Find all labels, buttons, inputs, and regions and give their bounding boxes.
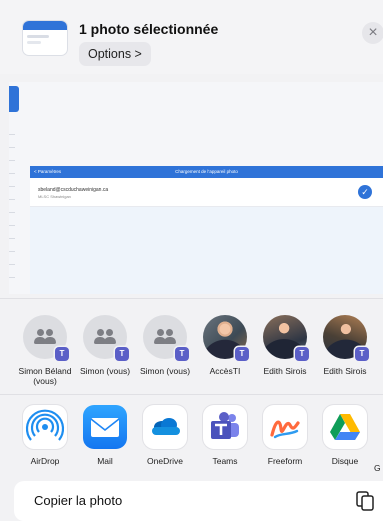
google-drive-icon (323, 405, 367, 449)
preview-screenshot: < Paramètres Chargement de l’appareil ph… (30, 166, 383, 294)
share-sheet-header: 1 photo sélectionnée Options > × (0, 0, 383, 74)
onedrive-icon (143, 405, 187, 449)
people-icon: T (143, 315, 189, 361)
person-edith-sirois-2[interactable]: T Edith Sirois (313, 315, 377, 376)
teams-badge-icon: T (235, 347, 249, 361)
preview-subtitle: MLSC Shawinigan (38, 194, 71, 199)
share-title: 1 photo sélectionnée (79, 21, 219, 37)
copy-photo-label: Copier la photo (34, 493, 123, 508)
person-name: Simon (vous) (139, 366, 191, 376)
app-name: G (374, 463, 381, 473)
preview-screen-title: Chargement de l’appareil photo (175, 169, 238, 174)
teams-badge-icon: T (175, 347, 189, 361)
app-partial[interactable]: G (374, 405, 383, 473)
photo-preview: < Paramètres Chargement de l’appareil ph… (9, 82, 383, 294)
person-accesti[interactable]: T AccèsTI (193, 315, 257, 376)
app-mail[interactable]: Mail (74, 405, 136, 466)
airdrop-icon (23, 405, 67, 449)
teams-badge-icon: T (355, 347, 369, 361)
app-name: Teams (212, 456, 238, 466)
checkmark-icon: ✓ (358, 185, 372, 199)
person-simon-2[interactable]: T Simon (vous) (133, 315, 197, 376)
people-icon: T (83, 315, 129, 361)
people-row: T Simon Béland (vous) T Simon (vous) T S… (0, 298, 383, 395)
teams-icon (203, 405, 247, 449)
preview-account-row: sbeland@cscduchaweinigan.ca MLSC Shawini… (30, 178, 383, 207)
avatar-photo: T (203, 315, 249, 361)
teams-badge-icon: T (295, 347, 309, 361)
freeform-icon (263, 405, 307, 449)
apps-row: AirDrop Mail OneDrive Teams Freeform Dis… (0, 394, 383, 473)
photo-thumbnail (23, 21, 67, 55)
avatar-photo: T (323, 315, 369, 361)
app-name: Mail (97, 456, 113, 466)
people-icon: T (23, 315, 69, 361)
preview-side-tab (9, 86, 19, 112)
avatar-photo: T (263, 315, 309, 361)
close-icon[interactable]: × (362, 22, 383, 44)
person-name: Edith Sirois (263, 366, 307, 376)
preview-empty-area (30, 207, 383, 294)
mail-icon (83, 405, 127, 449)
person-name: Simon Béland (vous) (18, 366, 72, 386)
app-google-drive[interactable]: Disque (314, 405, 376, 466)
app-name: OneDrive (147, 456, 183, 466)
copy-photo-action[interactable]: Copier la photo (14, 481, 383, 521)
app-name: Disque (331, 456, 359, 466)
person-name: Edith Sirois (323, 366, 367, 376)
person-simon-beland[interactable]: T Simon Béland (vous) (13, 315, 77, 386)
app-airdrop[interactable]: AirDrop (14, 405, 76, 466)
app-teams[interactable]: Teams (194, 405, 256, 466)
app-onedrive[interactable]: OneDrive (134, 405, 196, 466)
teams-badge-icon: T (115, 347, 129, 361)
app-freeform[interactable]: Freeform (254, 405, 316, 466)
teams-badge-icon: T (55, 347, 69, 361)
preview-side-list (9, 122, 15, 282)
person-simon[interactable]: T Simon (vous) (73, 315, 137, 376)
app-name: AirDrop (30, 456, 60, 466)
app-name: Freeform (267, 456, 303, 466)
person-name: Simon (vous) (79, 366, 131, 376)
options-button[interactable]: Options > (79, 42, 151, 66)
person-edith-sirois[interactable]: T Edith Sirois (253, 315, 317, 376)
preview-email: sbeland@cscduchaweinigan.ca (38, 187, 109, 193)
person-name: AccèsTI (209, 366, 241, 376)
preview-nav-bar: < Paramètres Chargement de l’appareil ph… (30, 166, 383, 178)
copy-icon (356, 491, 374, 511)
